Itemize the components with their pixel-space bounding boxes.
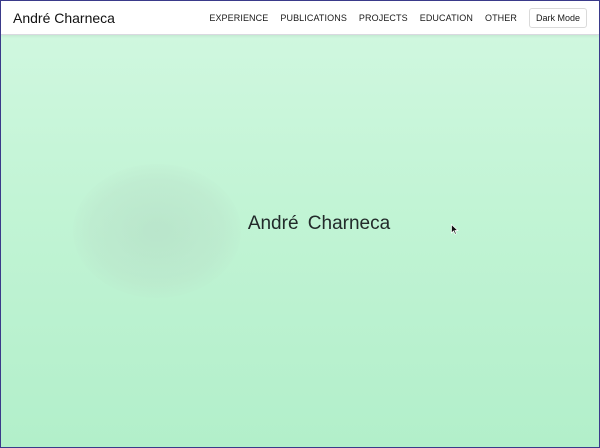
browser-viewport: André Charneca EXPERIENCE PUBLICATIONS P… xyxy=(0,0,600,448)
top-navbar: André Charneca EXPERIENCE PUBLICATIONS P… xyxy=(1,1,599,35)
nav-link-other[interactable]: OTHER xyxy=(485,13,517,23)
nav-link-publications[interactable]: PUBLICATIONS xyxy=(280,13,347,23)
nav-link-projects[interactable]: PROJECTS xyxy=(359,13,408,23)
site-brand[interactable]: André Charneca xyxy=(13,10,115,26)
dark-mode-button[interactable]: Dark Mode xyxy=(528,7,587,28)
hero-title: André Charneca xyxy=(247,213,391,234)
nav-link-education[interactable]: EDUCATION xyxy=(420,13,473,23)
nav-link-experience[interactable]: EXPERIENCE xyxy=(209,13,268,23)
mouse-pointer-icon xyxy=(451,224,459,235)
nav-links: EXPERIENCE PUBLICATIONS PROJECTS EDUCATI… xyxy=(209,13,517,23)
